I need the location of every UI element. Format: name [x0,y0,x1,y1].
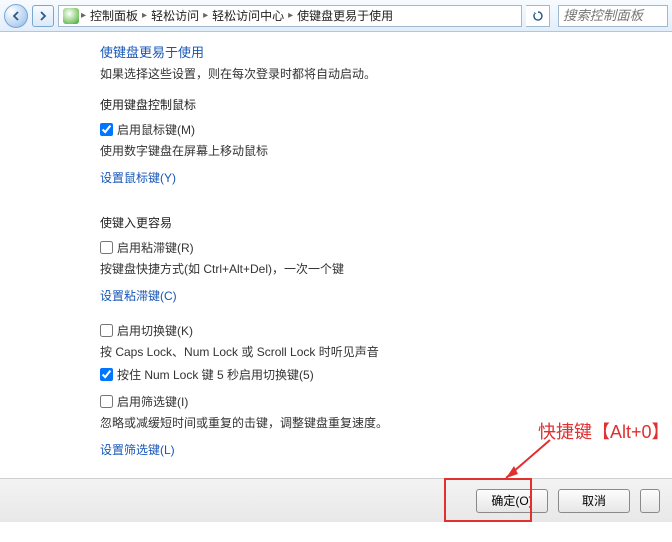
sticky-keys-checkbox[interactable] [100,241,113,254]
chevron-right-icon: ▸ [81,10,86,21]
filter-keys-label: 启用筛选键(I) [117,393,188,410]
toggle-keys-desc: 按 Caps Lock、Num Lock 或 Scroll Lock 时听见声音 [100,343,632,360]
mouse-keys-desc: 使用数字键盘在屏幕上移动鼠标 [100,142,632,159]
chevron-right-icon: ▸ [142,10,147,21]
ok-button[interactable]: 确定(O) [476,489,548,513]
search-input[interactable] [558,5,668,27]
chevron-right-icon: ▸ [203,10,208,21]
filter-keys-desc: 忽略或减缓短时间或重复的击键，调整键盘重复速度。 [100,414,632,431]
chevron-right-icon: ▸ [288,10,293,21]
filter-keys-settings-link[interactable]: 设置筛选键(L) [100,441,175,458]
page-intro: 如果选择这些设置，则在每次登录时都将自动启动。 [100,65,632,82]
control-panel-icon [63,8,79,24]
mouse-keys-settings-link[interactable]: 设置鼠标键(Y) [100,169,176,186]
toggle-keys-label: 启用切换键(K) [117,322,193,339]
forward-button[interactable] [32,5,54,27]
enable-mouse-keys-checkbox[interactable] [100,123,113,136]
section-typing-heading: 使键入更容易 [100,214,632,231]
main-content: 使键盘更易于使用 如果选择这些设置，则在每次登录时都将自动启动。 使用键盘控制鼠… [0,32,672,478]
apply-button-cut[interactable] [640,489,660,513]
crumb-control-panel[interactable]: 控制面板 [88,7,140,24]
page-title: 使键盘更易于使用 [100,42,632,61]
sticky-keys-label: 启用粘滞键(R) [117,239,194,256]
crumb-keyboard[interactable]: 使键盘更易于使用 [295,7,395,24]
toggle-hold-label: 按住 Num Lock 键 5 秒启用切换键(5) [117,366,314,383]
button-bar: 确定(O) 取消 [0,478,672,522]
sticky-keys-desc: 按键盘快捷方式(如 Ctrl+Alt+Del)，一次一个键 [100,260,632,277]
filter-keys-checkbox[interactable] [100,395,113,408]
toggle-keys-checkbox[interactable] [100,324,113,337]
sticky-keys-settings-link[interactable]: 设置粘滞键(C) [100,287,177,304]
crumb-ease-access[interactable]: 轻松访问 [149,7,201,24]
back-button[interactable] [4,4,28,28]
breadcrumb[interactable]: ▸ 控制面板 ▸ 轻松访问 ▸ 轻松访问中心 ▸ 使键盘更易于使用 [58,5,522,27]
cancel-button[interactable]: 取消 [558,489,630,513]
section-mouse-heading: 使用键盘控制鼠标 [100,96,632,113]
address-toolbar: ▸ 控制面板 ▸ 轻松访问 ▸ 轻松访问中心 ▸ 使键盘更易于使用 [0,0,672,32]
refresh-button[interactable] [526,5,550,27]
toggle-hold-checkbox[interactable] [100,368,113,381]
crumb-ease-center[interactable]: 轻松访问中心 [210,7,286,24]
enable-mouse-keys-label: 启用鼠标键(M) [117,121,195,138]
